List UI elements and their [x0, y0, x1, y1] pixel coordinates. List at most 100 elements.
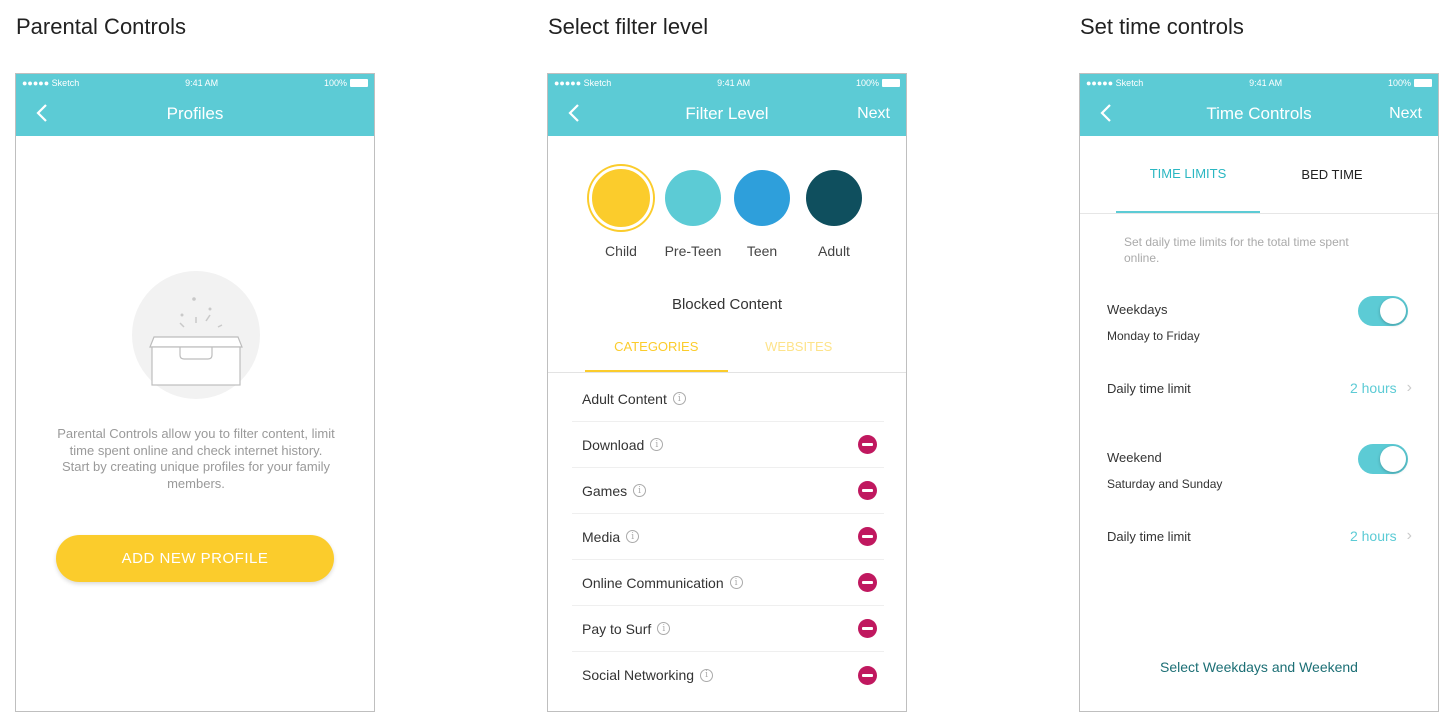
- toggle-knob: [1380, 298, 1406, 324]
- carrier-signal: ●●●●● Sketch: [554, 77, 612, 88]
- level-circle: [589, 166, 653, 230]
- weekend-toggle[interactable]: [1358, 444, 1408, 474]
- battery-indicator: 100%: [856, 78, 900, 88]
- weekdays-subtitle: Monday to Friday: [1107, 329, 1200, 343]
- empty-box-icon: [149, 297, 243, 386]
- section-title-parental-controls: Parental Controls: [16, 14, 186, 39]
- blocked-minus-icon[interactable]: [858, 619, 877, 638]
- category-row-media[interactable]: Media i: [572, 514, 884, 560]
- status-time: 9:41 AM: [717, 77, 751, 88]
- blocked-minus-icon[interactable]: [858, 527, 877, 546]
- chevron-right-icon: ›: [1406, 527, 1412, 544]
- nav-bar: Time Controls Next: [1080, 91, 1438, 136]
- level-label: Adult: [818, 243, 850, 259]
- back-arrow-icon[interactable]: [32, 102, 54, 124]
- empty-box-illustration: [132, 271, 260, 399]
- info-icon[interactable]: i: [657, 622, 671, 635]
- carrier-signal: ●●●●● Sketch: [22, 77, 80, 88]
- next-button[interactable]: Next: [1389, 105, 1422, 123]
- daily-limit-label: Daily time limit: [1107, 528, 1191, 544]
- blocked-content-title: Blocked Content: [671, 296, 783, 313]
- info-icon[interactable]: i: [650, 438, 664, 451]
- nav-title: Time Controls: [1206, 103, 1312, 123]
- battery-icon: [349, 78, 368, 87]
- level-circle: [665, 170, 721, 226]
- level-label: Pre-Teen: [664, 243, 722, 259]
- category-row-adult-content[interactable]: Adult Content i: [572, 376, 884, 422]
- weekend-title: Weekend: [1107, 450, 1162, 465]
- weekend-daily-limit-row[interactable]: Daily time limit 2 hours ›: [1107, 527, 1412, 545]
- filter-level-pre-teen[interactable]: Pre-Teen: [658, 163, 728, 259]
- info-icon[interactable]: i: [633, 484, 647, 497]
- carrier-signal: ●●●●● Sketch: [1086, 77, 1144, 88]
- status-bar: ●●●●● Sketch 9:41 AM 100%: [548, 74, 906, 91]
- weekdays-toggle[interactable]: [1358, 296, 1408, 326]
- add-new-profile-button[interactable]: ADD NEW PROFILE: [56, 535, 334, 582]
- nav-title: Filter Level: [685, 103, 769, 123]
- daily-limit-value: 2 hours: [1349, 528, 1397, 544]
- category-label: Social Networking: [582, 667, 695, 683]
- tab-divider: [548, 372, 906, 373]
- level-circle: [806, 170, 862, 226]
- info-icon[interactable]: i: [626, 530, 640, 543]
- time-controls-tabs: TIME LIMITS BED TIME: [1080, 136, 1438, 214]
- select-weekdays-weekend-link[interactable]: Select Weekdays and Weekend: [1080, 659, 1438, 675]
- nav-bar: Filter Level Next: [548, 91, 906, 136]
- status-bar: ●●●●● Sketch 9:41 AM 100%: [16, 74, 374, 91]
- phone-profiles-screen: ●●●●● Sketch 9:41 AM 100% Profiles Paren…: [15, 73, 375, 712]
- filter-level-adult[interactable]: Adult: [799, 163, 869, 259]
- time-limits-description: Set daily time limits for the total time…: [1124, 235, 1349, 265]
- category-row-online-communication[interactable]: Online Communication i: [572, 560, 884, 606]
- blocked-minus-icon[interactable]: [858, 573, 877, 592]
- battery-indicator: 100%: [324, 78, 368, 88]
- filter-level-teen[interactable]: Teen: [727, 163, 797, 259]
- status-bar: ●●●●● Sketch 9:41 AM 100%: [1080, 74, 1438, 91]
- category-list: Adult Content i Download i Games i Media i O…: [572, 376, 884, 698]
- category-row-social-networking[interactable]: Social Networking i: [572, 652, 884, 698]
- blocked-minus-icon[interactable]: [858, 665, 877, 685]
- info-icon[interactable]: i: [700, 668, 714, 682]
- category-label: Online Communication: [582, 574, 724, 591]
- status-time: 9:41 AM: [1249, 77, 1283, 88]
- daily-limit-label: Daily time limit: [1107, 380, 1191, 396]
- category-row-pay-to-surf[interactable]: Pay to Surf i: [572, 606, 884, 652]
- battery-indicator: 100%: [1388, 78, 1432, 88]
- info-icon[interactable]: i: [672, 392, 686, 405]
- phone-filter-level-screen: ●●●●● Sketch 9:41 AM 100% Filter Level N…: [547, 73, 907, 712]
- category-row-download[interactable]: Download i: [572, 422, 884, 468]
- daily-limit-value: 2 hours: [1349, 380, 1397, 396]
- phone-time-controls-screen: ●●●●● Sketch 9:41 AM 100% Time Controls …: [1079, 73, 1439, 712]
- profiles-description: Parental Controls allow you to filter co…: [57, 426, 335, 491]
- tab-websites[interactable]: WEBSITES: [728, 330, 871, 372]
- blocked-content-tabs: CATEGORIES WEBSITES: [585, 330, 870, 372]
- battery-icon: [1413, 78, 1432, 87]
- toggle-knob: [1380, 446, 1406, 472]
- category-label: Pay to Surf: [582, 620, 652, 637]
- category-row-games[interactable]: Games i: [572, 468, 884, 514]
- status-time: 9:41 AM: [185, 77, 219, 88]
- blocked-minus-icon[interactable]: [858, 481, 877, 500]
- category-label: Games: [582, 482, 628, 499]
- nav-bar: Profiles: [16, 91, 374, 136]
- filter-level-child[interactable]: Child: [586, 163, 656, 259]
- next-button[interactable]: Next: [857, 105, 890, 123]
- weekdays-daily-limit-row[interactable]: Daily time limit 2 hours ›: [1107, 379, 1412, 397]
- tab-time-limits[interactable]: TIME LIMITS: [1116, 136, 1260, 213]
- level-label: Child: [605, 243, 637, 259]
- section-title-filter-level: Select filter level: [548, 14, 709, 39]
- info-icon[interactable]: i: [729, 576, 743, 589]
- weekend-subtitle: Saturday and Sunday: [1107, 477, 1223, 491]
- tab-categories[interactable]: CATEGORIES: [585, 330, 728, 372]
- battery-icon: [881, 78, 900, 87]
- nav-title: Profiles: [166, 103, 224, 123]
- blocked-minus-icon[interactable]: [858, 435, 877, 454]
- level-circle: [734, 170, 790, 226]
- back-arrow-icon[interactable]: [1096, 102, 1118, 124]
- level-label: Teen: [746, 243, 778, 259]
- back-arrow-icon[interactable]: [564, 102, 586, 124]
- category-label: Adult Content: [582, 390, 667, 407]
- chevron-right-icon: ›: [1406, 379, 1412, 396]
- category-label: Media: [582, 528, 621, 545]
- category-label: Download: [582, 436, 645, 453]
- tab-bed-time[interactable]: BED TIME: [1260, 136, 1404, 213]
